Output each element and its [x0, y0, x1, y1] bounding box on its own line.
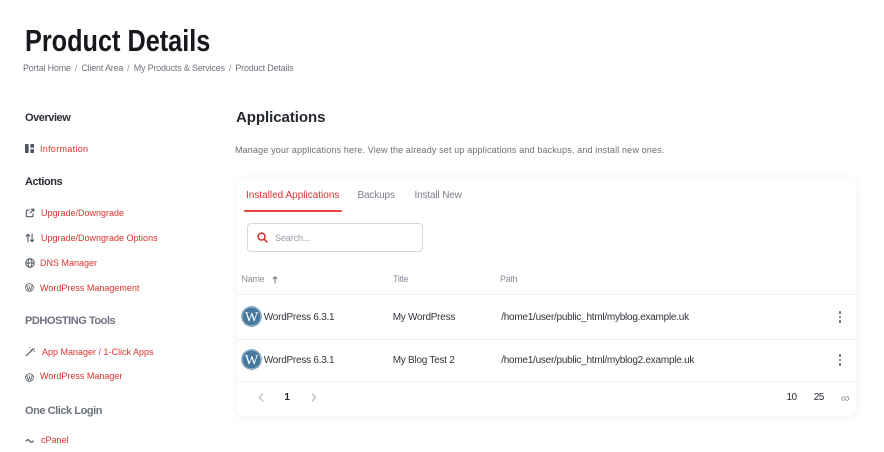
- svg-text:W: W: [245, 310, 259, 326]
- svg-text:W: W: [245, 352, 259, 368]
